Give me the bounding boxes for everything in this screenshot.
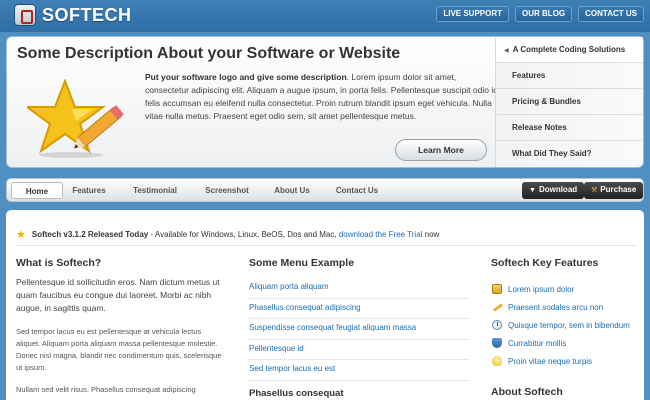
learn-more-button[interactable]: Learn More	[395, 139, 487, 161]
divider	[16, 245, 636, 246]
col2-subtitle: Phasellus consequat	[249, 388, 344, 399]
free-trial-link[interactable]: download the Free Trial	[339, 230, 423, 239]
live-support-button[interactable]: LIVE SUPPORT	[436, 6, 510, 22]
feature-label: Currabitur mollis	[508, 338, 567, 348]
hero-panel: Some Description About your Software or …	[6, 36, 644, 168]
col3-title: Softech Key Features	[491, 257, 599, 269]
key-features-list: Lorem ipsum dolor Praesent sodales arcu …	[492, 280, 642, 370]
download-label: Download	[538, 185, 578, 194]
logo-text: SOFTECH	[42, 4, 132, 25]
download-button[interactable]: ▼ Download	[522, 182, 585, 199]
top-bar: SOFTECH LIVE SUPPORT OUR BLOG CONTACT US	[0, 0, 650, 32]
feature-item[interactable]: Lorem ipsum dolor	[492, 280, 642, 298]
col3-subtitle: About Softech	[491, 386, 563, 398]
feature-item[interactable]: Quisque tempor, sem in bibendum	[492, 316, 642, 334]
bulb-icon	[492, 356, 502, 366]
shield-icon	[492, 338, 502, 348]
nav-screenshot[interactable]: Screenshot	[197, 182, 257, 199]
col1-intro: Pellentesque id sollicitudin eros. Nam d…	[16, 277, 220, 313]
box-icon	[492, 284, 502, 294]
key-icon: ⚒	[591, 187, 598, 194]
purchase-button[interactable]: ⚒ Purchase	[584, 182, 644, 199]
purchase-label: Purchase	[600, 185, 637, 194]
col1-title: What is Softech?	[16, 257, 102, 269]
example-menu: Aliquam porta aliquam Phasellus consequa…	[249, 278, 469, 381]
col2-title: Some Menu Example	[249, 257, 355, 269]
release-banner: ★ Softech v3.1.2 Released Today - Availab…	[16, 227, 636, 241]
release-suffix: now	[422, 230, 440, 239]
menu-item[interactable]: Pellentesque id	[249, 340, 469, 360]
feature-label: Lorem ipsum dolor	[508, 284, 575, 294]
star-pencil-icon	[27, 79, 124, 158]
release-text: - Available for Windows, Linux, BeOS, Do…	[148, 230, 339, 239]
nav-home[interactable]: Home	[11, 182, 63, 199]
logo[interactable]: SOFTECH	[14, 4, 132, 26]
top-nav: LIVE SUPPORT OUR BLOG CONTACT US	[436, 6, 644, 22]
hero-description: Put your software logo and give some des…	[145, 71, 500, 123]
logo-icon	[14, 4, 36, 26]
content-panel: ★ Softech v3.1.2 Released Today - Availab…	[6, 210, 644, 400]
hero-title: Some Description About your Software or …	[17, 45, 401, 62]
clock-icon	[492, 320, 502, 330]
col1-paragraph-2: Nullam sed velit risus. Phasellus conseq…	[16, 385, 196, 394]
side-item-features[interactable]: Features	[496, 63, 643, 89]
star-icon: ★	[16, 229, 26, 241]
nav-features[interactable]: Features	[63, 182, 115, 199]
release-title: Softech v3.1.2 Released Today	[31, 230, 149, 239]
side-item-release-notes[interactable]: Release Notes	[496, 115, 643, 141]
side-item-coding-solutions[interactable]: A Complete Coding Solutions	[496, 37, 643, 63]
side-item-testimonials[interactable]: What Did They Said?	[496, 141, 643, 167]
nav-contact-us[interactable]: Contact Us	[329, 182, 385, 199]
our-blog-button[interactable]: OUR BLOG	[515, 6, 573, 22]
feature-label: Quisque tempor, sem in bibendum	[508, 320, 630, 330]
feature-label: Proin vitae neque turpis	[508, 356, 593, 366]
nav-testimonial[interactable]: Testimonial	[127, 182, 183, 199]
side-item-pricing[interactable]: Pricing & Bundles	[496, 89, 643, 115]
side-menu: A Complete Coding Solutions Features Pri…	[495, 37, 643, 167]
contact-us-button[interactable]: CONTACT US	[578, 6, 644, 22]
feature-item[interactable]: Praesent sodales arcu non	[492, 298, 642, 316]
menu-item[interactable]: Sed tempor lacus eu est	[249, 360, 469, 381]
menu-item[interactable]: Aliquam porta aliquam	[249, 278, 469, 299]
nav-about-us[interactable]: About Us	[269, 182, 315, 199]
menu-item[interactable]: Phasellus consequat adipiscing	[249, 299, 469, 319]
download-icon: ▼	[529, 187, 536, 194]
main-nav: Home Features Testimonial Screenshot Abo…	[6, 178, 644, 202]
feature-item[interactable]: Proin vitae neque turpis	[492, 352, 642, 370]
hero-lead: Put your software logo and give some des…	[145, 72, 347, 82]
col1-paragraph: Sed tempor lacus eu est pellentesque at …	[16, 327, 222, 372]
feature-label: Praesent sodales arcu non	[508, 302, 604, 312]
feature-item[interactable]: Currabitur mollis	[492, 334, 642, 352]
pencil-icon	[492, 302, 502, 312]
menu-item[interactable]: Suspendisse consequat feugiat aliquam ma…	[249, 319, 469, 340]
